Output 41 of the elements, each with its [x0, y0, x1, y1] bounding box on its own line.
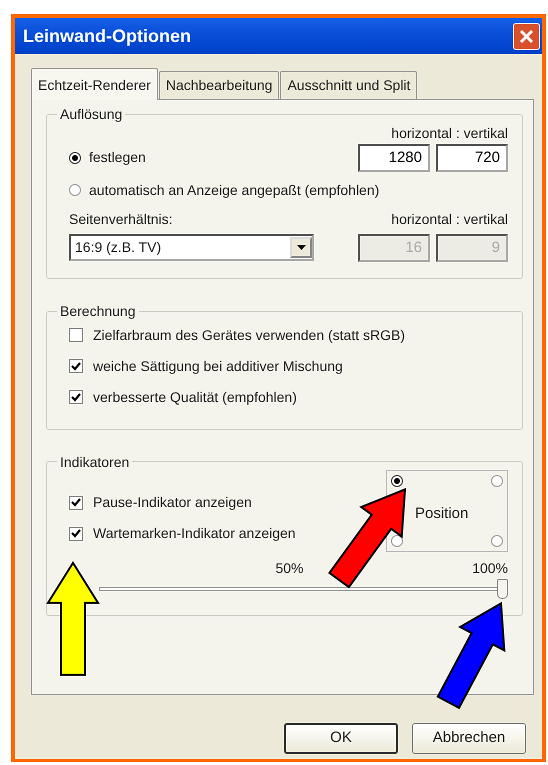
- radio-button[interactable]: [491, 535, 503, 548]
- cancel-button[interactable]: Abbrechen: [412, 723, 526, 754]
- radio-button[interactable]: [491, 475, 503, 488]
- dropdown-value: 16:9 (z.B. TV): [75, 238, 162, 258]
- ok-button[interactable]: OK: [284, 723, 398, 754]
- tick-label: 100%: [471, 559, 508, 578]
- number-field[interactable]: 1280: [358, 144, 430, 172]
- option-label: festlegen: [89, 148, 146, 168]
- position-label: Position: [415, 504, 468, 524]
- close-button[interactable]: [513, 22, 540, 50]
- tab[interactable]: Echtzeit-Renderer: [31, 68, 158, 100]
- field-label: Seitenverhältnis:: [69, 210, 173, 229]
- radio-button[interactable]: [391, 475, 403, 488]
- radio-button[interactable]: [69, 152, 81, 164]
- option-label: automatisch an Anzeige angepaßt (empfohlen): [89, 180, 380, 200]
- caret-icon: [296, 245, 306, 250]
- group-title: Berechnung: [59, 302, 137, 320]
- option-label: Pause-Indikator anzeigen: [93, 493, 252, 512]
- checkbox[interactable]: [69, 328, 83, 342]
- tick-label: 50%: [274, 559, 304, 578]
- checkbox[interactable]: [69, 359, 83, 374]
- column-header: horizontal : vertikal: [391, 210, 508, 229]
- checkbox[interactable]: [69, 390, 83, 404]
- radio-button[interactable]: [69, 184, 81, 196]
- group-title: Indikatoren: [59, 454, 130, 470]
- dropdown[interactable]: 16:9 (z.B. TV): [69, 234, 314, 262]
- column-header: horizontal : vertikal: [391, 124, 508, 141]
- radio-button[interactable]: [391, 535, 403, 548]
- window-title: Leinwand-Optionen: [23, 24, 191, 48]
- option-label: weiche Sättigung bei additiver Mischung: [93, 356, 343, 376]
- close-icon: [519, 28, 534, 44]
- slider-thumb[interactable]: [497, 579, 508, 600]
- checkbox[interactable]: [69, 496, 83, 510]
- checkbox[interactable]: [69, 526, 83, 541]
- group-title: Auflösung: [59, 106, 124, 123]
- option-label: Wartemarken-Indikator anzeigen: [93, 524, 296, 544]
- option-label: verbesserte Qualität (empfohlen): [93, 388, 297, 407]
- tab[interactable]: Nachbearbeitung: [158, 71, 280, 99]
- number-field[interactable]: 720: [436, 144, 508, 172]
- option-label: Zielfarbraum des Gerätes verwenden (statt sRGB): [93, 326, 406, 345]
- tab[interactable]: Ausschnitt und Split: [280, 71, 418, 99]
